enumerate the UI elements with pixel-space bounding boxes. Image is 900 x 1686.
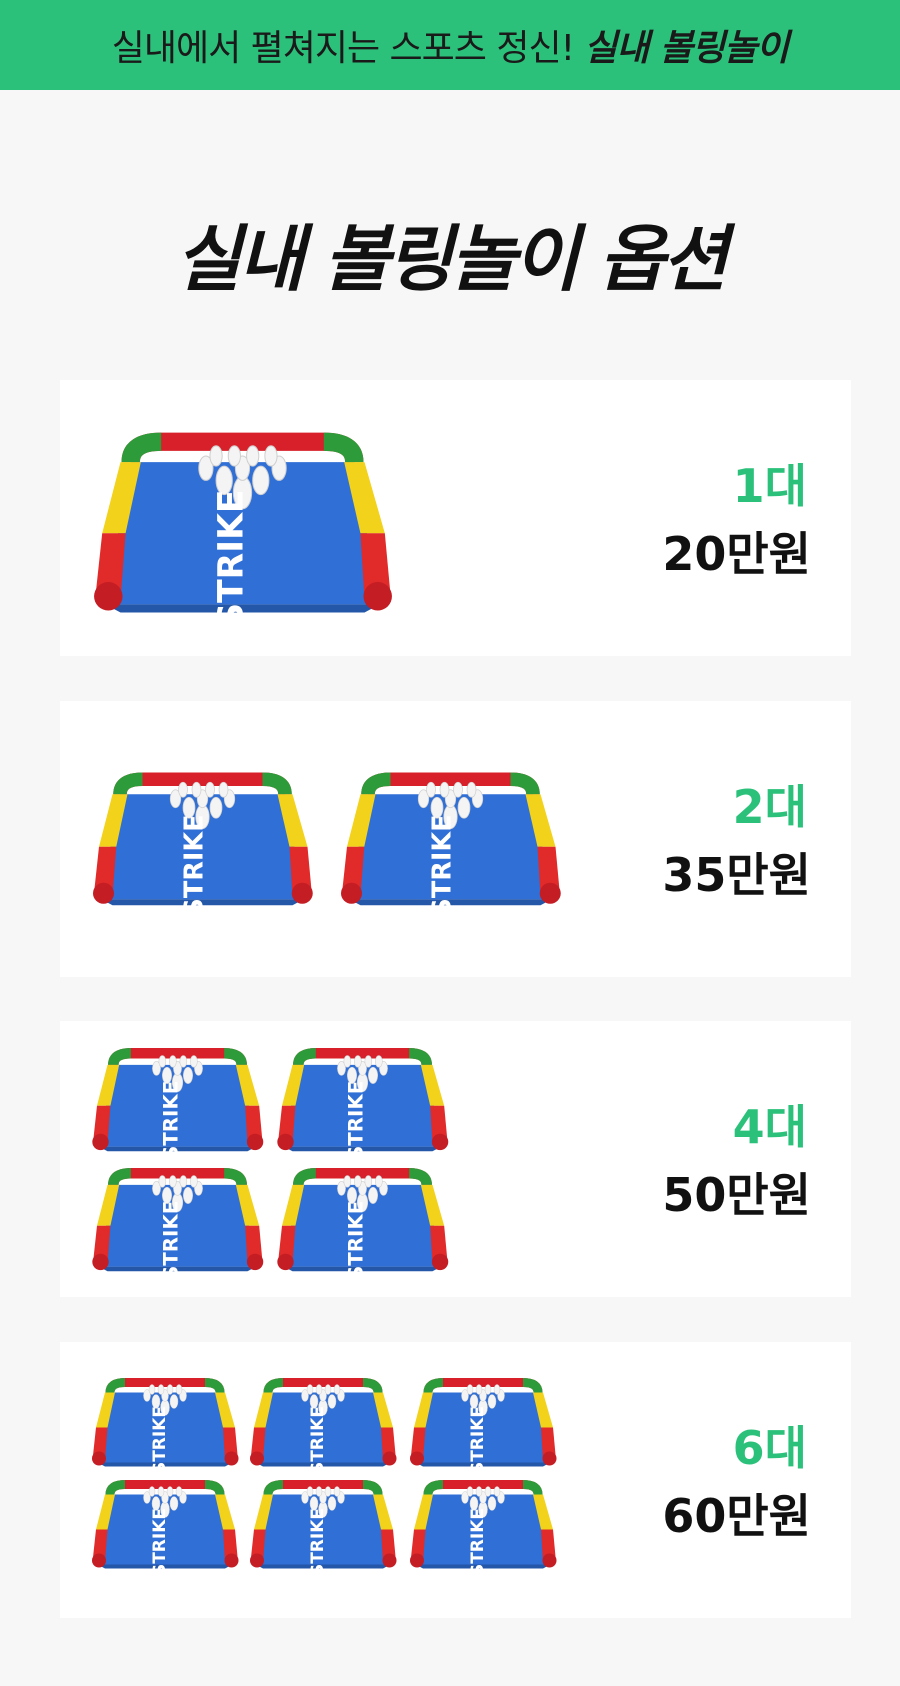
inflatable-bowling-lane-icon [275, 1041, 450, 1153]
inflatable-bowling-lane-icon [408, 1370, 558, 1470]
option-price: 20만원 [662, 527, 811, 581]
banner-highlight: 실내 볼링놀이 [584, 28, 789, 69]
option-image-1 [60, 380, 580, 656]
option-price: 35만원 [662, 848, 811, 902]
inflatable-bowling-lane-icon [90, 1161, 265, 1273]
inflatable-bowling-lane-icon [90, 763, 315, 908]
page-title: 실내 볼링놀이 옵션 [174, 217, 728, 301]
inflatable-bowling-lane-icon [90, 1041, 265, 1153]
inflatable-bowling-lane-icon [408, 1472, 558, 1572]
option-card-1[interactable]: 1대 20만원 [60, 380, 851, 656]
top-banner: 실내에서 펼쳐지는 스포츠 정신! 실내 볼링놀이 [0, 0, 900, 90]
option-card-4[interactable]: 6대 60만원 [60, 1342, 851, 1618]
inflatable-bowling-lane-icon [248, 1370, 398, 1470]
option-qty: 6대 [732, 1421, 807, 1475]
inflatable-bowling-lane-icon [90, 1472, 240, 1572]
option-qty: 1대 [732, 459, 807, 513]
inflatable-bowling-lane-icon [90, 1370, 240, 1470]
inflatable-bowling-lane-icon [90, 418, 395, 618]
banner-text: 실내에서 펼쳐지는 스포츠 정신! [111, 28, 575, 69]
inflatable-bowling-lane-icon [338, 763, 563, 908]
option-card-3[interactable]: 4대 50만원 [60, 1021, 851, 1297]
option-image-4 [60, 1342, 580, 1618]
inflatable-bowling-lane-icon [248, 1472, 398, 1572]
option-image-3 [60, 1021, 580, 1297]
option-price: 50만원 [662, 1168, 811, 1222]
option-card-2[interactable]: 2대 35만원 [60, 701, 851, 977]
inflatable-bowling-lane-icon [275, 1161, 450, 1273]
option-qty: 2대 [732, 780, 807, 834]
option-qty: 4대 [732, 1100, 807, 1154]
option-image-2 [60, 701, 580, 977]
option-price: 60만원 [662, 1489, 811, 1543]
